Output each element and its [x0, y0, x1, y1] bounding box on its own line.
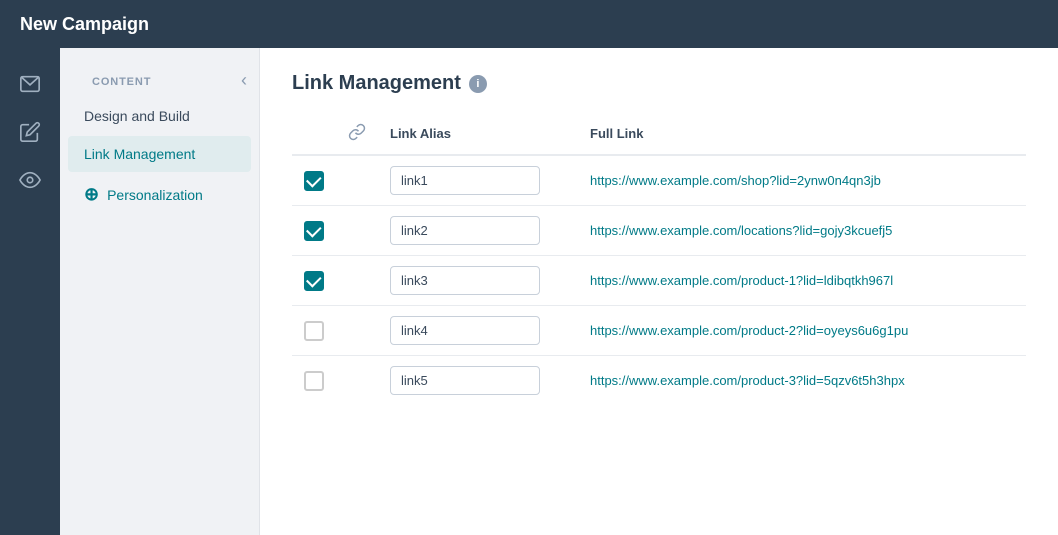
row-2-alias-cell — [378, 256, 578, 306]
page-title-row: Link Management i — [292, 72, 1026, 95]
row-4-alias-input[interactable] — [390, 366, 540, 395]
row-4-chain-icon-cell — [336, 356, 378, 406]
row-0-checkbox[interactable] — [304, 171, 324, 191]
row-4-checkbox[interactable] — [304, 371, 324, 391]
row-4-full-link[interactable]: https://www.example.com/product-3?lid=5q… — [590, 373, 905, 388]
table-header-row: Link Alias Full Link — [292, 115, 1026, 155]
table-row: https://www.example.com/product-1?lid=ld… — [292, 256, 1026, 306]
row-2-checkbox[interactable] — [304, 271, 324, 291]
row-1-alias-cell — [378, 206, 578, 256]
row-4-alias-cell — [378, 356, 578, 406]
col-chain-icon — [336, 115, 378, 155]
row-1-full-link-cell: https://www.example.com/locations?lid=go… — [578, 206, 1026, 256]
col-alias-header: Link Alias — [378, 115, 578, 155]
sidebar-item-link-management[interactable]: Link Management — [68, 136, 251, 172]
row-3-alias-cell — [378, 306, 578, 356]
row-3-checkbox[interactable] — [304, 321, 324, 341]
row-4-checkbox-cell — [292, 356, 336, 406]
row-1-chain-icon-cell — [336, 206, 378, 256]
col-check — [292, 115, 336, 155]
row-3-alias-input[interactable] — [390, 316, 540, 345]
nav-sidebar-header: CONTENT ‹ — [60, 60, 259, 96]
row-4-full-link-cell: https://www.example.com/product-3?lid=5q… — [578, 356, 1026, 406]
row-0-full-link-cell: https://www.example.com/shop?lid=2ynw0n4… — [578, 155, 1026, 206]
campaign-title: New Campaign — [20, 14, 149, 35]
row-1-full-link[interactable]: https://www.example.com/locations?lid=go… — [590, 223, 892, 238]
sidebar-icon-mail[interactable] — [10, 64, 50, 104]
nav-section-label: CONTENT — [76, 68, 167, 92]
col-link-header: Full Link — [578, 115, 1026, 155]
row-2-full-link[interactable]: https://www.example.com/product-1?lid=ld… — [590, 273, 893, 288]
table-row: https://www.example.com/product-3?lid=5q… — [292, 356, 1026, 406]
row-1-checkbox[interactable] — [304, 221, 324, 241]
row-0-chain-icon-cell — [336, 155, 378, 206]
row-0-checkbox-cell — [292, 155, 336, 206]
content-area: Link Management i — [260, 48, 1058, 535]
row-1-alias-input[interactable] — [390, 216, 540, 245]
sidebar-item-design-build[interactable]: Design and Build — [68, 98, 251, 134]
row-3-checkbox-cell — [292, 306, 336, 356]
sidebar-icon-edit[interactable] — [10, 112, 50, 152]
table-row: https://www.example.com/product-2?lid=oy… — [292, 306, 1026, 356]
back-arrow-icon[interactable]: ‹ — [241, 71, 247, 89]
page-title: Link Management — [292, 72, 461, 95]
row-0-alias-input[interactable] — [390, 166, 540, 195]
plus-icon: ⊕ — [84, 184, 99, 205]
row-3-full-link-cell: https://www.example.com/product-2?lid=oy… — [578, 306, 1026, 356]
row-2-checkbox-cell — [292, 256, 336, 306]
info-icon[interactable]: i — [469, 75, 487, 93]
link-table: Link Alias Full Link https://www.example… — [292, 115, 1026, 405]
row-0-full-link[interactable]: https://www.example.com/shop?lid=2ynw0n4… — [590, 173, 881, 188]
top-header: New Campaign — [0, 0, 1058, 48]
row-3-full-link[interactable]: https://www.example.com/product-2?lid=oy… — [590, 323, 908, 338]
row-2-alias-input[interactable] — [390, 266, 540, 295]
row-1-checkbox-cell — [292, 206, 336, 256]
nav-sidebar: CONTENT ‹ Design and Build Link Manageme… — [60, 48, 260, 535]
sidebar-icon-eye[interactable] — [10, 160, 50, 200]
icon-sidebar — [0, 48, 60, 535]
row-2-chain-icon-cell — [336, 256, 378, 306]
row-3-chain-icon-cell — [336, 306, 378, 356]
sidebar-item-personalization[interactable]: ⊕ Personalization — [68, 174, 251, 215]
table-row: https://www.example.com/shop?lid=2ynw0n4… — [292, 155, 1026, 206]
table-row: https://www.example.com/locations?lid=go… — [292, 206, 1026, 256]
row-2-full-link-cell: https://www.example.com/product-1?lid=ld… — [578, 256, 1026, 306]
row-0-alias-cell — [378, 155, 578, 206]
